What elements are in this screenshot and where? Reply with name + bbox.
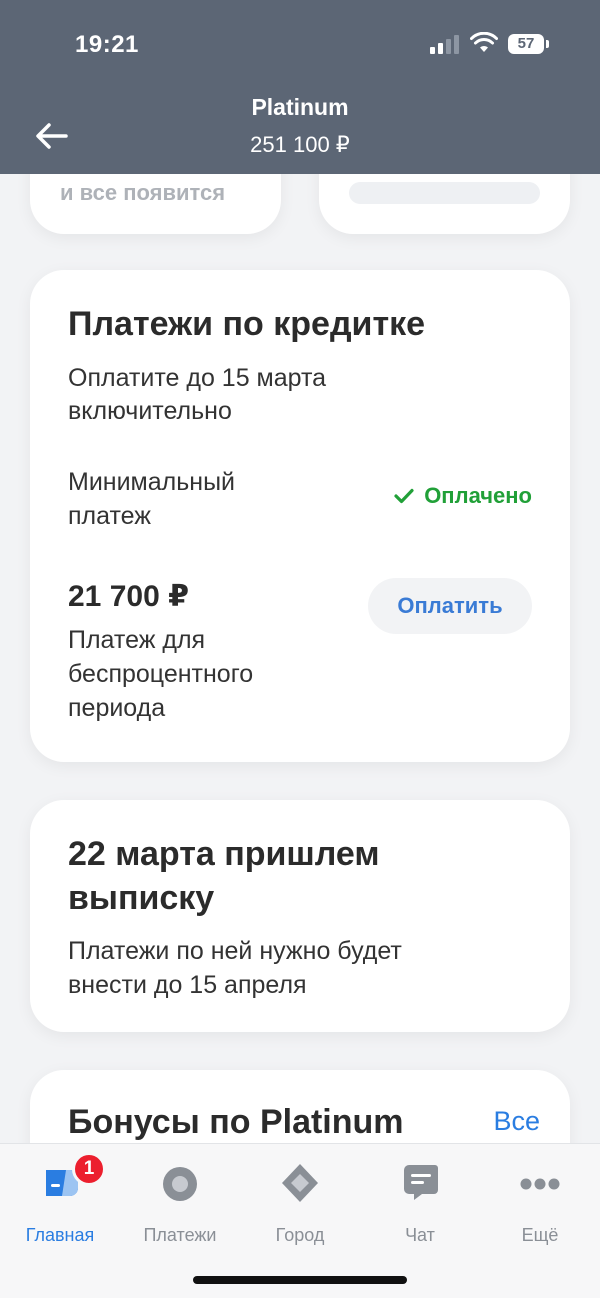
payment-deadline-line2: включительно (68, 397, 232, 425)
checkmark-icon (394, 488, 414, 504)
pay-button[interactable]: Оплатить (368, 578, 532, 634)
message-icon (404, 1165, 438, 1200)
min-payment-label-line2: платеж (68, 502, 151, 530)
tab-label: Ещё (521, 1225, 559, 1245)
min-payment-status: Оплачено (394, 483, 532, 509)
tab-label: Платежи (143, 1225, 217, 1245)
statement-text-line1: Платежи по ней нужно будет (68, 937, 402, 965)
top-header: 19:21 57 Platinum 251 100 ₽ (0, 0, 600, 174)
diamond-icon (282, 1164, 318, 1202)
tab-label: Чат (405, 1225, 435, 1245)
statement-card[interactable]: 22 марта пришлем выписку Платежи по ней … (30, 800, 570, 1032)
payments-title: Платежи по кредитке (68, 305, 426, 343)
bonus-all-link[interactable]: Все (493, 1106, 540, 1137)
loading-placeholder (349, 182, 540, 204)
card-balance: 251 100 ₽ (250, 132, 350, 157)
battery-tip (546, 40, 549, 48)
home-indicator (193, 1276, 407, 1284)
wifi-icon (470, 32, 498, 52)
statement-text-line2: внести до 15 апреля (68, 971, 307, 999)
min-payment-label-line1: Минимальный (68, 468, 236, 496)
more-icon (520, 1178, 560, 1190)
tab-more[interactable]: Ещё (480, 1158, 600, 1248)
statement-title-line2: выписку (68, 879, 215, 917)
tab-payments[interactable]: Платежи (120, 1158, 240, 1248)
tab-chat[interactable]: Чат (360, 1158, 480, 1248)
statement-title-line1: 22 марта пришлем (68, 835, 380, 873)
payment-deadline-line1: Оплатите до 15 марта (68, 364, 327, 392)
bottom-tab-bar: 1 Главная Платежи Город Чат Ещё (0, 1143, 600, 1298)
paid-label: Оплачено (424, 483, 532, 508)
amount-desc-line3: периода (68, 694, 166, 722)
circle-icon (163, 1167, 197, 1201)
amount-desc-line1: Платеж для (68, 626, 206, 654)
battery-indicator: 57 (508, 34, 544, 54)
bonus-title: Бонусы по Platinum (68, 1103, 404, 1141)
page-title: Platinum (251, 94, 349, 120)
credit-payments-card: Платежи по кредитке Оплатите до 15 марта… (30, 270, 570, 762)
info-card-text: и все появится (60, 180, 226, 205)
notification-badge: 1 (72, 1152, 106, 1186)
tab-home[interactable]: 1 Главная (0, 1152, 120, 1248)
amount-desc-line2: беспроцентного (68, 660, 254, 688)
signal-icon (430, 34, 460, 54)
payment-amount: 21 700 ₽ (68, 580, 189, 613)
tab-label: Город (275, 1225, 325, 1245)
status-time: 19:21 (75, 31, 139, 58)
tab-label: Главная (25, 1225, 95, 1245)
tab-city[interactable]: Город (240, 1158, 360, 1248)
